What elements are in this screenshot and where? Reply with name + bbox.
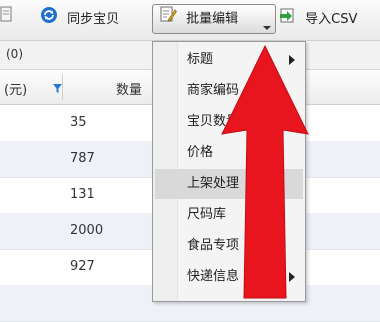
quantity-cell: 35 xyxy=(70,115,87,130)
quantity-cell: 2000 xyxy=(70,223,104,238)
quantity-cell: 927 xyxy=(70,259,95,274)
menu-item-size-library[interactable]: 尺码库 xyxy=(155,200,303,230)
menu-item-shipping[interactable]: 快递信息 xyxy=(155,262,303,292)
sync-icon xyxy=(40,6,58,34)
column-header-quantity[interactable]: 数量 xyxy=(116,79,142,98)
prev-toolbar-button[interactable] xyxy=(0,6,19,32)
edit-icon xyxy=(159,5,177,34)
toolbar: 同步宝贝 批量编辑 导入CSV xyxy=(0,0,380,41)
menu-item-price[interactable]: 价格 xyxy=(155,138,303,168)
menu-item-title[interactable]: 标题 xyxy=(155,45,303,75)
batch-edit-button[interactable]: 批量编辑 xyxy=(152,4,276,34)
column-header-price[interactable]: (元) xyxy=(4,79,27,98)
column-divider[interactable] xyxy=(62,74,63,100)
quantity-cell: 787 xyxy=(70,151,95,166)
submenu-arrow-icon xyxy=(289,272,295,282)
menu-item-food[interactable]: 食品专项 xyxy=(155,231,303,261)
tab-count[interactable]: (0) xyxy=(6,47,23,61)
menu-item-listing[interactable]: 上架处理 xyxy=(155,169,303,199)
import-csv-button[interactable]: 导入CSV xyxy=(278,6,357,32)
submenu-arrow-icon xyxy=(289,55,295,65)
filter-icon[interactable] xyxy=(53,82,62,97)
batch-edit-menu: 标题 商家编码 宝贝数量 价格 上架处理 尺码库 食品专项 快递信息 xyxy=(152,41,306,302)
sync-items-button[interactable]: 同步宝贝 xyxy=(40,6,119,32)
quantity-cell: 131 xyxy=(70,187,95,202)
menu-item-quantity[interactable]: 宝贝数量 xyxy=(155,107,303,137)
dropdown-caret-icon xyxy=(263,26,271,30)
doc-icon xyxy=(0,6,14,32)
menu-item-merchant-code[interactable]: 商家编码 xyxy=(155,76,303,106)
import-icon xyxy=(278,6,296,34)
